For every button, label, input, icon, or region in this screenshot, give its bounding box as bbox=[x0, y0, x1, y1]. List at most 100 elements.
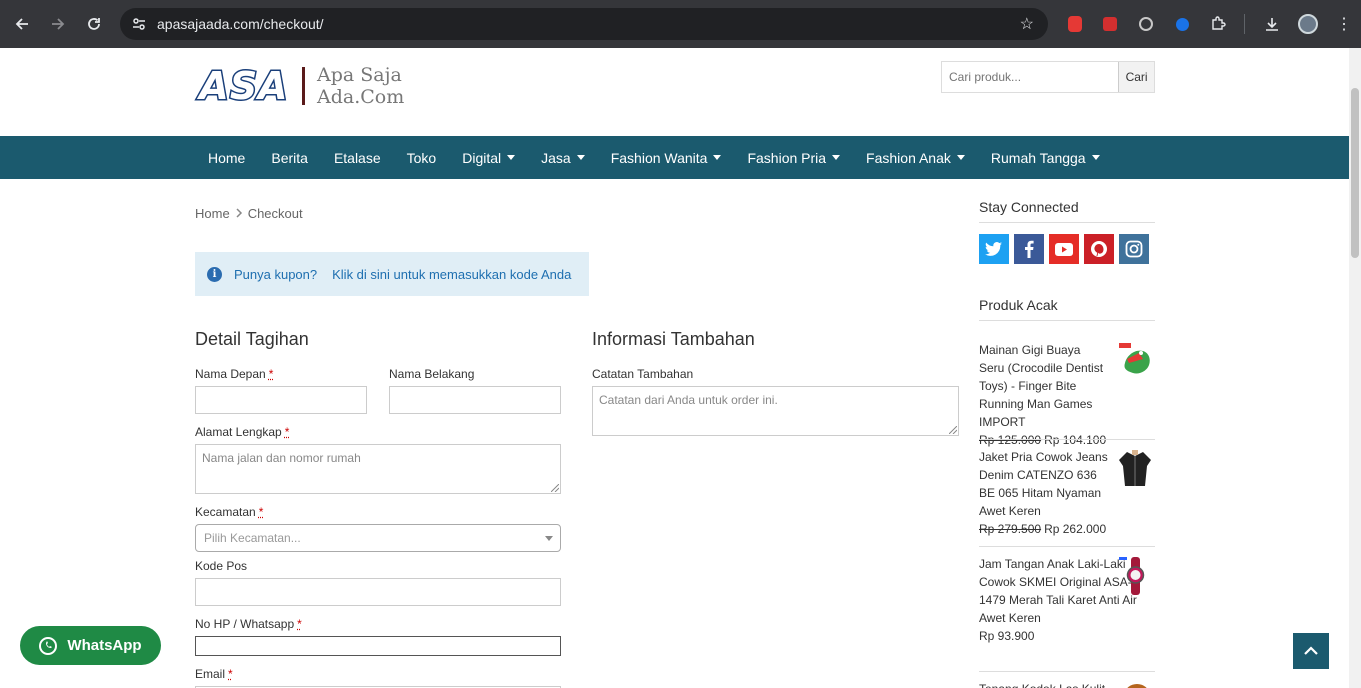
nav-item-label: Rumah Tangga bbox=[990, 149, 1086, 166]
nav-item-label: Jasa bbox=[541, 149, 571, 166]
back-icon[interactable] bbox=[4, 6, 40, 42]
district-select[interactable]: Pilih Kecamatan... bbox=[195, 524, 561, 552]
product-name[interactable]: Mainan Gigi Buaya Seru (Crocodile Dentis… bbox=[979, 341, 1109, 431]
resize-handle-icon[interactable] bbox=[949, 426, 957, 434]
page: ASA Apa Saja Ada.Com Cari Home Berita Etal… bbox=[0, 48, 1349, 688]
search-input[interactable] bbox=[942, 62, 1119, 92]
browser-menu-icon[interactable]: ⋮ bbox=[1332, 12, 1356, 36]
search-button[interactable]: Cari bbox=[1118, 62, 1154, 92]
nav-item-home[interactable]: Home bbox=[195, 136, 258, 179]
globe-icon[interactable] bbox=[1134, 12, 1158, 36]
resize-handle-icon[interactable] bbox=[551, 484, 559, 492]
product-thumbnail[interactable] bbox=[1117, 555, 1153, 597]
twitter-icon[interactable] bbox=[979, 234, 1009, 264]
site-logo[interactable]: ASA Apa Saja Ada.Com bbox=[198, 63, 404, 110]
chevron-up-icon bbox=[1304, 646, 1318, 655]
coupon-link[interactable]: Klik di sini untuk memasukkan kode Anda bbox=[332, 267, 571, 282]
notes-label: Catatan Tambahan bbox=[592, 367, 694, 381]
coupon-question: Punya kupon? bbox=[234, 266, 318, 282]
logo-text-line2: Ada.Com bbox=[317, 86, 405, 108]
nav-item-toko[interactable]: Toko bbox=[394, 136, 450, 179]
nav-item-digital[interactable]: Digital bbox=[449, 136, 528, 179]
url-text: apasajaada.com/checkout/ bbox=[157, 16, 324, 32]
additional-info-title: Informasi Tambahan bbox=[592, 329, 755, 349]
product-name[interactable]: Jaket Pria Cowok Jeans Denim CATENZO 636… bbox=[979, 448, 1109, 520]
search-form: Cari bbox=[941, 61, 1155, 93]
nav-item-rumah-tangga[interactable]: Rumah Tangga bbox=[978, 136, 1113, 179]
nav-item-fashion-pria[interactable]: Fashion Pria bbox=[734, 136, 853, 179]
nav-item-fashion-wanita[interactable]: Fashion Wanita bbox=[598, 136, 735, 179]
bookmark-star-icon[interactable]: ☆ bbox=[1020, 14, 1034, 34]
page-scrollbar[interactable] bbox=[1349, 48, 1361, 688]
nav-item-etalase[interactable]: Etalase bbox=[321, 136, 394, 179]
caret-down-icon bbox=[956, 155, 965, 160]
forward-icon[interactable] bbox=[40, 6, 76, 42]
whatsapp-label: WhatsApp bbox=[67, 637, 142, 654]
back-to-top-button[interactable] bbox=[1293, 633, 1329, 669]
last-name-input[interactable] bbox=[389, 386, 561, 414]
breadcrumb-current: Checkout bbox=[247, 206, 303, 221]
logo-text-line1: Apa Saja bbox=[317, 64, 402, 86]
caret-down-icon bbox=[713, 155, 722, 160]
scrollbar-thumb[interactable] bbox=[1351, 88, 1359, 258]
product-thumbnail[interactable] bbox=[1117, 341, 1153, 383]
product-item[interactable]: Jam Tangan Anak Laki-Laki Cowok SKMEI Or… bbox=[979, 555, 1155, 645]
product-thumbnail[interactable] bbox=[1117, 448, 1153, 490]
first-name-input[interactable] bbox=[195, 386, 367, 414]
site-settings-icon[interactable] bbox=[130, 15, 148, 33]
product-price: Rp 125.000 Rp 104.100 bbox=[979, 433, 1107, 447]
phone-input[interactable] bbox=[195, 636, 561, 656]
nav-item-fashion-anak[interactable]: Fashion Anak bbox=[853, 136, 978, 179]
postcode-input[interactable] bbox=[195, 578, 561, 606]
billing-title: Detail Tagihan bbox=[195, 329, 309, 349]
nav-item-label: Etalase bbox=[333, 149, 381, 166]
address-bar[interactable]: apasajaada.com/checkout/ ☆ bbox=[120, 8, 1048, 40]
browser-toolbar: apasajaada.com/checkout/ ☆ ⋮ bbox=[0, 0, 1361, 48]
nav-item-label: Berita bbox=[271, 149, 308, 166]
site-header: ASA Apa Saja Ada.Com Cari bbox=[0, 48, 1349, 136]
divider bbox=[979, 671, 1155, 672]
divider bbox=[979, 222, 1155, 223]
product-name[interactable]: Tenang Kodok Las Kulit bbox=[979, 680, 1109, 688]
notes-placeholder: Catatan dari Anda untuk order ini. bbox=[599, 393, 778, 407]
divider bbox=[979, 546, 1155, 547]
whatsapp-button[interactable]: WhatsApp bbox=[20, 626, 161, 665]
breadcrumb-home[interactable]: Home bbox=[195, 206, 230, 221]
extension-red-icon[interactable] bbox=[1063, 12, 1087, 36]
profile-avatar[interactable] bbox=[1296, 12, 1320, 36]
main-navigation: Home Berita Etalase Toko Digital Jasa Fashion … bbox=[0, 136, 1349, 179]
product-item[interactable]: Tenang Kodok Las Kulit bbox=[979, 680, 1155, 688]
instagram-icon[interactable] bbox=[1119, 234, 1149, 264]
download-icon[interactable] bbox=[1260, 12, 1284, 36]
logo-divider bbox=[302, 67, 305, 105]
last-name-label: Nama Belakang bbox=[389, 367, 475, 381]
product-item[interactable]: Mainan Gigi Buaya Seru (Crocodile Dentis… bbox=[979, 341, 1155, 449]
caret-down-icon bbox=[1091, 155, 1100, 160]
postcode-label: Kode Pos bbox=[195, 559, 248, 573]
extensions-puzzle-icon[interactable] bbox=[1206, 12, 1230, 36]
youtube-icon[interactable] bbox=[1049, 234, 1079, 264]
breadcrumb: Home Checkout bbox=[195, 206, 303, 221]
nav-item-jasa[interactable]: Jasa bbox=[528, 136, 598, 179]
info-icon: i bbox=[207, 266, 222, 282]
nav-item-label: Fashion Pria bbox=[747, 149, 827, 166]
social-links bbox=[979, 234, 1149, 264]
nav-item-label: Fashion Anak bbox=[866, 149, 951, 166]
logo-text: Apa Saja Ada.Com bbox=[317, 64, 404, 108]
product-item[interactable]: Jaket Pria Cowok Jeans Denim CATENZO 636… bbox=[979, 448, 1155, 538]
extension-media-icon[interactable] bbox=[1098, 12, 1122, 36]
nav-item-berita[interactable]: Berita bbox=[258, 136, 321, 179]
divider bbox=[979, 320, 1155, 321]
caret-down-icon bbox=[507, 155, 516, 160]
reload-icon[interactable] bbox=[76, 6, 112, 42]
caret-down-icon bbox=[576, 155, 585, 160]
notes-textarea[interactable]: Catatan dari Anda untuk order ini. bbox=[592, 386, 959, 436]
stay-connected-title: Stay Connected bbox=[979, 199, 1079, 215]
product-thumbnail[interactable] bbox=[1117, 680, 1153, 688]
district-label: Kecamatan * bbox=[195, 505, 264, 519]
address-textarea[interactable]: Nama jalan dan nomor rumah bbox=[195, 444, 561, 494]
extension-check-icon[interactable] bbox=[1170, 12, 1194, 36]
pinterest-icon[interactable] bbox=[1084, 234, 1114, 264]
facebook-icon[interactable] bbox=[1014, 234, 1044, 264]
random-products-title: Produk Acak bbox=[979, 297, 1058, 313]
